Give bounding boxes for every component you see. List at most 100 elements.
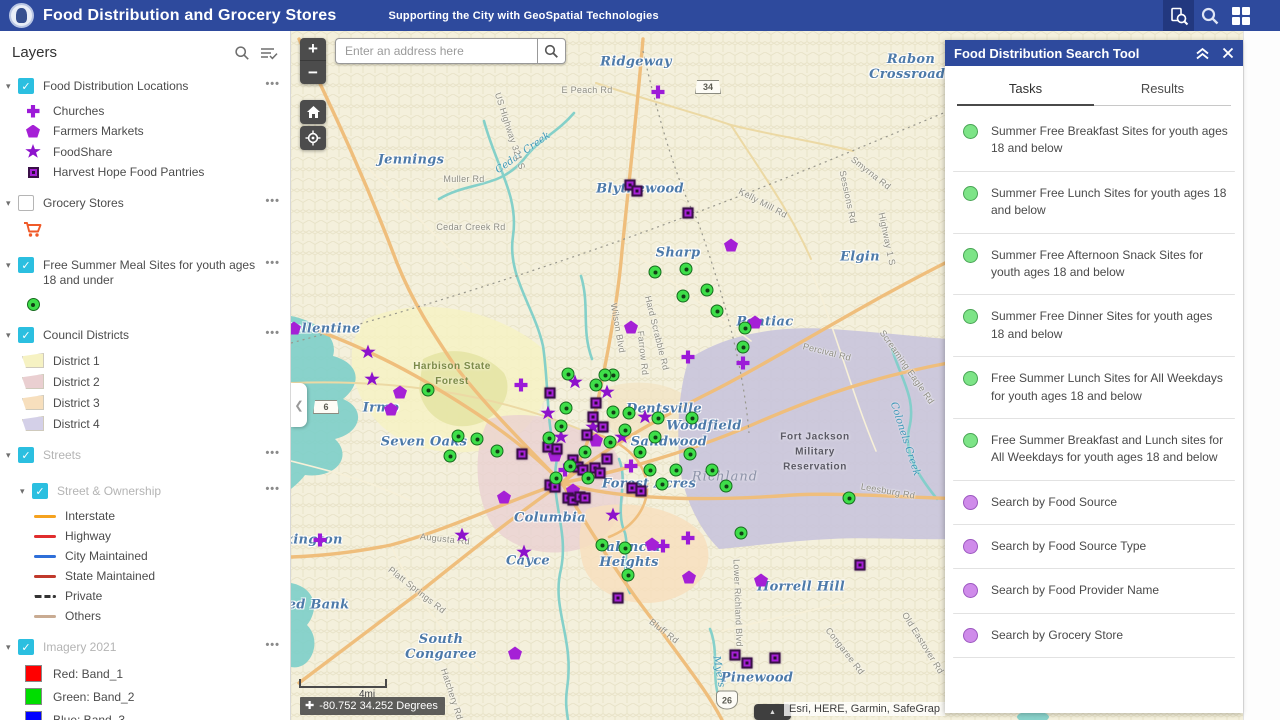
search-tool-header[interactable]: Food Distribution Search Tool (945, 40, 1243, 66)
close-panel-icon[interactable] (1222, 47, 1234, 59)
meal-site-marker[interactable] (619, 424, 632, 437)
layer-group-1[interactable]: ▾Grocery Stores••• (0, 188, 290, 218)
meal-site-marker[interactable] (491, 445, 504, 458)
meal-site-marker[interactable] (739, 322, 752, 335)
task-item[interactable]: Summer Free Dinner Sites for youth ages … (945, 295, 1243, 356)
layer-checkbox[interactable] (18, 195, 34, 211)
food-pantry-marker[interactable] (591, 398, 602, 409)
meal-site-marker[interactable] (737, 341, 750, 354)
meal-site-marker[interactable] (649, 266, 662, 279)
meal-site-marker[interactable] (644, 464, 657, 477)
layer-search-icon[interactable] (234, 45, 250, 61)
food-pantry-marker[interactable] (632, 186, 643, 197)
meal-site-marker[interactable] (550, 472, 563, 485)
meal-site-marker[interactable] (444, 450, 457, 463)
task-item[interactable]: Search by Food Source (945, 481, 1243, 524)
search-button[interactable] (1194, 0, 1225, 31)
food-pantry-marker[interactable] (517, 449, 528, 460)
meal-site-marker[interactable] (656, 478, 669, 491)
meal-site-marker[interactable] (555, 420, 568, 433)
food-pantry-marker[interactable] (580, 493, 591, 504)
meal-site-marker[interactable] (649, 431, 662, 444)
layer-checkbox[interactable]: ✓ (18, 639, 34, 655)
meal-site-marker[interactable] (452, 430, 465, 443)
layer-options-icon[interactable]: ••• (265, 78, 280, 90)
meal-site-marker[interactable] (604, 436, 617, 449)
tab-results[interactable]: Results (1094, 74, 1231, 105)
meal-site-marker[interactable] (843, 492, 856, 505)
meal-site-marker[interactable] (564, 460, 577, 473)
meal-site-marker[interactable] (599, 369, 612, 382)
task-item[interactable]: Search by Grocery Store (945, 614, 1243, 657)
layer-filter-icon[interactable] (260, 45, 278, 61)
layer-checkbox[interactable]: ✓ (18, 447, 34, 463)
food-pantry-marker[interactable] (595, 468, 606, 479)
chevron-down-icon[interactable]: ▾ (6, 198, 18, 209)
meal-site-marker[interactable] (622, 569, 635, 582)
layer-checkbox[interactable]: ✓ (32, 483, 48, 499)
layer-options-icon[interactable]: ••• (265, 483, 280, 495)
meal-site-marker[interactable] (634, 446, 647, 459)
task-item[interactable]: Summer Free Afternoon Snack Sites for yo… (945, 234, 1243, 295)
layer-options-icon[interactable]: ••• (265, 257, 280, 269)
meal-site-marker[interactable] (623, 407, 636, 420)
layer-group-0[interactable]: ▾✓Food Distribution Locations••• (0, 71, 290, 101)
search-tool-button[interactable] (1163, 0, 1194, 31)
chevron-down-icon[interactable]: ▾ (6, 330, 18, 341)
apps-grid-button[interactable] (1225, 0, 1256, 31)
home-button[interactable] (300, 100, 326, 124)
layer-checkbox[interactable]: ✓ (18, 257, 34, 273)
layer-group-4[interactable]: ▾✓Streets••• (0, 440, 290, 470)
crosshair-icon[interactable]: ✚ (305, 699, 314, 712)
food-pantry-marker[interactable] (770, 653, 781, 664)
meal-site-marker[interactable] (686, 412, 699, 425)
locate-button[interactable] (300, 126, 326, 150)
meal-site-marker[interactable] (701, 284, 714, 297)
meal-site-marker[interactable] (680, 263, 693, 276)
layer-options-icon[interactable]: ••• (265, 195, 280, 207)
food-pantry-marker[interactable] (582, 430, 593, 441)
meal-site-marker[interactable] (607, 406, 620, 419)
food-pantry-marker[interactable] (602, 454, 613, 465)
address-search-button[interactable] (537, 38, 566, 64)
chevron-down-icon[interactable]: ▾ (6, 642, 18, 653)
task-item[interactable]: Free Summer Breakfast and Lunch sites fo… (945, 419, 1243, 480)
task-item[interactable]: Summer Free Breakfast Sites for youth ag… (945, 110, 1243, 171)
zoom-in-button[interactable]: + (300, 38, 326, 61)
layer-group-6[interactable]: ▾✓Imagery 2021••• (0, 632, 290, 662)
tab-tasks[interactable]: Tasks (957, 74, 1094, 106)
layer-group-2[interactable]: ▾✓Free Summer Meal Sites for youth ages … (0, 250, 290, 295)
address-search-input[interactable] (335, 38, 537, 64)
meal-site-marker[interactable] (706, 464, 719, 477)
food-pantry-marker[interactable] (855, 560, 866, 571)
layer-options-icon[interactable]: ••• (265, 327, 280, 339)
food-pantry-marker[interactable] (683, 208, 694, 219)
meal-site-marker[interactable] (560, 402, 573, 415)
meal-site-marker[interactable] (619, 542, 632, 555)
layer-checkbox[interactable]: ✓ (18, 78, 34, 94)
meal-site-marker[interactable] (720, 480, 733, 493)
food-pantry-marker[interactable] (545, 388, 556, 399)
meal-site-marker[interactable] (471, 433, 484, 446)
meal-site-marker[interactable] (670, 464, 683, 477)
layer-group-3[interactable]: ▾✓Council Districts••• (0, 320, 290, 350)
meal-site-marker[interactable] (579, 446, 592, 459)
food-pantry-marker[interactable] (598, 422, 609, 433)
layer-checkbox[interactable]: ✓ (18, 327, 34, 343)
task-item[interactable]: Free Summer Lunch Sites for All Weekdays… (945, 357, 1243, 418)
food-pantry-marker[interactable] (613, 593, 624, 604)
food-pantry-marker[interactable] (742, 658, 753, 669)
meal-site-marker[interactable] (422, 384, 435, 397)
meal-site-marker[interactable] (543, 432, 556, 445)
meal-site-marker[interactable] (652, 412, 665, 425)
meal-site-marker[interactable] (711, 305, 724, 318)
food-pantry-marker[interactable] (730, 650, 741, 661)
meal-site-marker[interactable] (582, 472, 595, 485)
food-pantry-marker[interactable] (552, 444, 563, 455)
panel-collapse-handle[interactable]: ❮ (291, 383, 307, 427)
zoom-out-button[interactable]: − (300, 61, 326, 84)
chevron-down-icon[interactable]: ▾ (6, 450, 18, 461)
chevron-down-icon[interactable]: ▾ (6, 81, 18, 92)
task-item[interactable]: Search by Food Provider Name (945, 569, 1243, 612)
task-item[interactable]: Search by Food Source Type (945, 525, 1243, 568)
